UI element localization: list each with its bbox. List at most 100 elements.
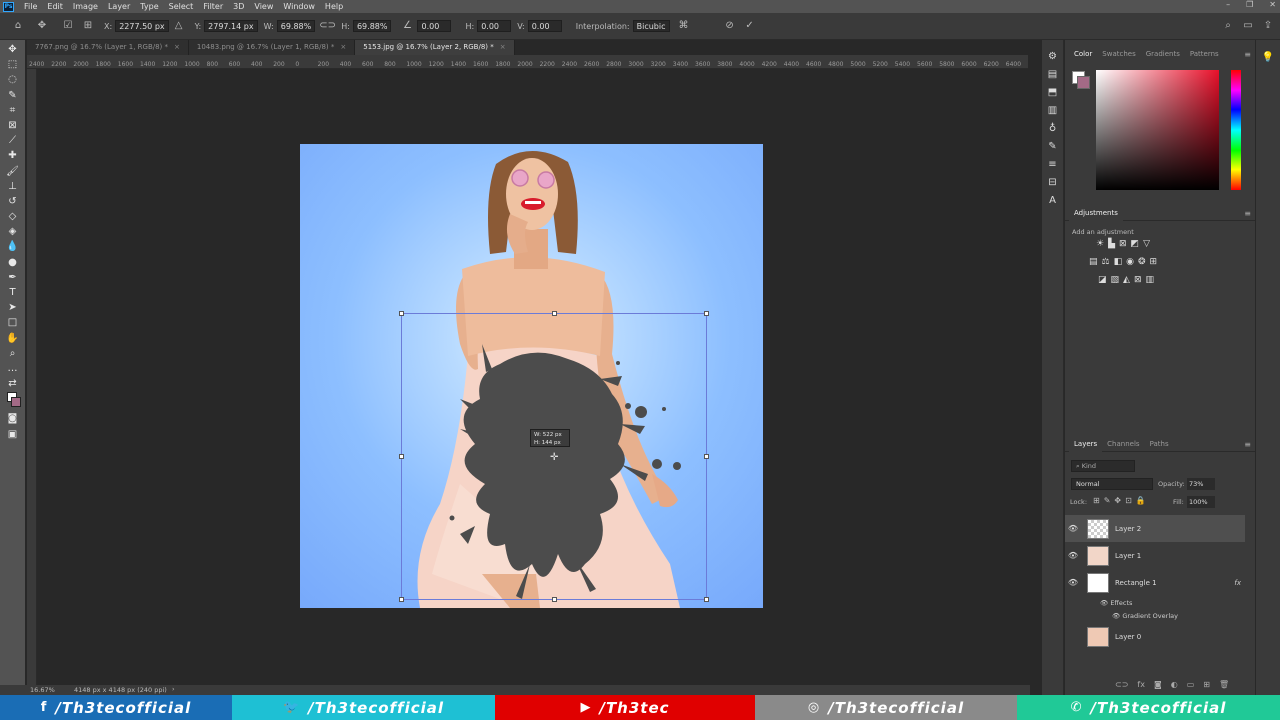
social-facebook[interactable]: f /Th3tecofficial — [0, 695, 232, 720]
layer-filter-kind[interactable]: ⌕ Kind — [1071, 460, 1135, 472]
move-tool-icon[interactable]: ✥ — [36, 20, 48, 32]
libraries-panel-icon[interactable]: ⬒ — [1046, 86, 1060, 100]
layer-name[interactable]: Rectangle 1 — [1115, 579, 1234, 587]
transform-handle-top-left[interactable] — [399, 311, 404, 316]
tab-doc-3[interactable]: 5153.jpg @ 16.7% (Layer 2, RGB/8) * × — [355, 40, 515, 55]
link-layers-icon[interactable]: ⊂⊃ — [1115, 680, 1128, 689]
transform-handle-right[interactable] — [704, 454, 709, 459]
menu-layer[interactable]: Layer — [103, 2, 135, 11]
levels-icon[interactable]: ▙ — [1108, 239, 1115, 249]
close-icon[interactable]: ✕ — [1269, 0, 1276, 9]
tool-presets-icon[interactable]: ✎ — [1046, 140, 1060, 154]
zoom-tool-icon[interactable]: ⌕ — [5, 346, 21, 361]
color-lookup-icon[interactable]: ⊞ — [1150, 257, 1158, 267]
color-swatches[interactable] — [5, 391, 21, 411]
status-arrow-icon[interactable]: › — [172, 685, 175, 693]
character-panel-icon[interactable]: A — [1046, 194, 1060, 208]
new-group-icon[interactable]: ▭ — [1187, 680, 1195, 689]
swap-colors-icon[interactable]: ⇄ — [5, 376, 21, 391]
gradient-map-icon[interactable]: ▥ — [1146, 275, 1155, 285]
layer-row-layer-2[interactable]: 👁 Layer 2 — [1065, 515, 1245, 542]
history-panel-icon[interactable]: ⚙ — [1046, 50, 1060, 64]
screen-mode-icon[interactable]: ▣ — [5, 427, 21, 442]
menu-edit[interactable]: Edit — [42, 2, 68, 11]
reference-point-icon[interactable]: ⊞ — [82, 20, 94, 32]
delta-icon[interactable]: △ — [173, 20, 185, 32]
vibrance-icon[interactable]: ▽ — [1143, 239, 1150, 249]
link-icon[interactable]: ⊂⊃ — [319, 20, 336, 32]
minimize-icon[interactable]: – — [1226, 0, 1230, 9]
transform-handle-bottom-left[interactable] — [399, 597, 404, 602]
layer-name[interactable]: Layer 2 — [1115, 525, 1245, 533]
channel-mixer-icon[interactable]: ❂ — [1138, 257, 1146, 267]
panel-menu-icon[interactable]: ≡ — [1244, 440, 1251, 449]
more-tools-icon[interactable]: … — [5, 361, 21, 376]
commit-transform-icon[interactable]: ✓ — [744, 20, 756, 32]
zoom-level[interactable]: 16.67% — [30, 686, 55, 694]
visibility-eye-icon[interactable]: 👁 — [1065, 578, 1081, 587]
social-twitter[interactable]: 🐦 /Th3tecofficial — [232, 695, 495, 720]
move-tool-icon[interactable]: ✥ — [5, 42, 21, 57]
eraser-tool-icon[interactable]: ◇ — [5, 209, 21, 224]
menu-help[interactable]: Help — [320, 2, 348, 11]
transform-handle-bottom[interactable] — [552, 597, 557, 602]
panel-menu-icon[interactable]: ≡ — [1244, 209, 1251, 218]
visibility-eye-icon[interactable]: 👁 — [1065, 551, 1081, 560]
quick-select-tool-icon[interactable]: ✎ — [5, 88, 21, 103]
color-balance-icon[interactable]: ⚖ — [1102, 257, 1110, 267]
brightness-contrast-icon[interactable]: ☀ — [1096, 239, 1104, 249]
x-field[interactable]: 2277.50 px — [115, 20, 169, 32]
restore-icon[interactable]: ❐ — [1246, 0, 1253, 9]
transform-handle-left[interactable] — [399, 454, 404, 459]
new-layer-icon[interactable]: ⊞ — [1203, 680, 1210, 689]
add-style-icon[interactable]: fx — [1137, 680, 1145, 689]
swatches-panel-icon[interactable]: ⊟ — [1046, 176, 1060, 190]
rectangle-tool-icon[interactable]: □ — [5, 315, 21, 330]
close-tab-icon[interactable]: × — [340, 43, 346, 51]
menu-filter[interactable]: Filter — [198, 2, 228, 11]
opacity-field[interactable]: 73% — [1187, 478, 1215, 490]
menu-image[interactable]: Image — [68, 2, 103, 11]
menu-file[interactable]: File — [19, 2, 42, 11]
exposure-icon[interactable]: ◩ — [1131, 239, 1140, 249]
clone-source-icon[interactable]: ♁ — [1046, 122, 1060, 136]
add-mask-icon[interactable]: ◙ — [1154, 680, 1162, 689]
checkbox-icon[interactable]: ☑ — [62, 20, 74, 32]
layer-name[interactable]: Layer 0 — [1115, 633, 1245, 641]
layer-row-rectangle-1[interactable]: 👁 Rectangle 1 fx — [1065, 569, 1245, 596]
paint-bucket-tool-icon[interactable]: ◈ — [5, 224, 21, 239]
background-color-swatch[interactable] — [10, 397, 21, 408]
tab-doc-1[interactable]: 7767.png @ 16.7% (Layer 1, RGB/8) * × — [27, 40, 189, 55]
menu-window[interactable]: Window — [278, 2, 320, 11]
share-icon[interactable]: ⇪ — [1262, 20, 1274, 32]
menu-type[interactable]: Type — [135, 2, 163, 11]
healing-brush-tool-icon[interactable]: ✚ — [5, 148, 21, 163]
fill-field[interactable]: 100% — [1187, 496, 1215, 508]
search-icon[interactable]: ⌕ — [1222, 20, 1234, 32]
threshold-icon[interactable]: ◭ — [1123, 275, 1130, 285]
home-icon[interactable]: ⌂ — [12, 20, 24, 32]
transform-handle-top-right[interactable] — [704, 311, 709, 316]
interpolation-select[interactable]: Bicubic — [632, 20, 670, 32]
h-field[interactable]: 69.88% — [352, 20, 392, 32]
gradient-overlay-effect[interactable]: 👁 Gradient Overlay — [1112, 612, 1178, 620]
delete-layer-icon[interactable]: 🗑 — [1219, 680, 1229, 689]
social-whatsapp[interactable]: ✆ /Th3tecofficial — [1017, 695, 1280, 720]
brush-tool-icon[interactable]: 🖌 — [5, 164, 21, 179]
reference-point-crosshair-icon[interactable]: ✛ — [550, 452, 558, 463]
social-instagram[interactable]: ◎ /Th3tecofficial — [755, 695, 1017, 720]
panel-menu-icon[interactable]: ≡ — [1244, 50, 1251, 59]
clone-stamp-tool-icon[interactable]: ⊥ — [5, 179, 21, 194]
curves-icon[interactable]: ⊠ — [1119, 239, 1127, 249]
layer-row-layer-1[interactable]: 👁 Layer 1 — [1065, 542, 1245, 569]
posterize-icon[interactable]: ▧ — [1111, 275, 1120, 285]
paths-panel-icon[interactable]: ≡ — [1046, 158, 1060, 172]
vertical-ruler[interactable] — [27, 69, 37, 685]
background-color-swatch[interactable] — [1077, 76, 1090, 89]
photo-filter-icon[interactable]: ◉ — [1126, 257, 1134, 267]
transform-handle-bottom-right[interactable] — [704, 597, 709, 602]
tab-gradients[interactable]: Gradients — [1141, 47, 1185, 62]
workspace-icon[interactable]: ▭ — [1242, 20, 1254, 32]
tab-patterns[interactable]: Patterns — [1185, 47, 1224, 62]
horizontal-ruler[interactable]: 2400 2200 2000 1800 1600 1400 1200 1000 800 600 40… — [27, 55, 1028, 69]
